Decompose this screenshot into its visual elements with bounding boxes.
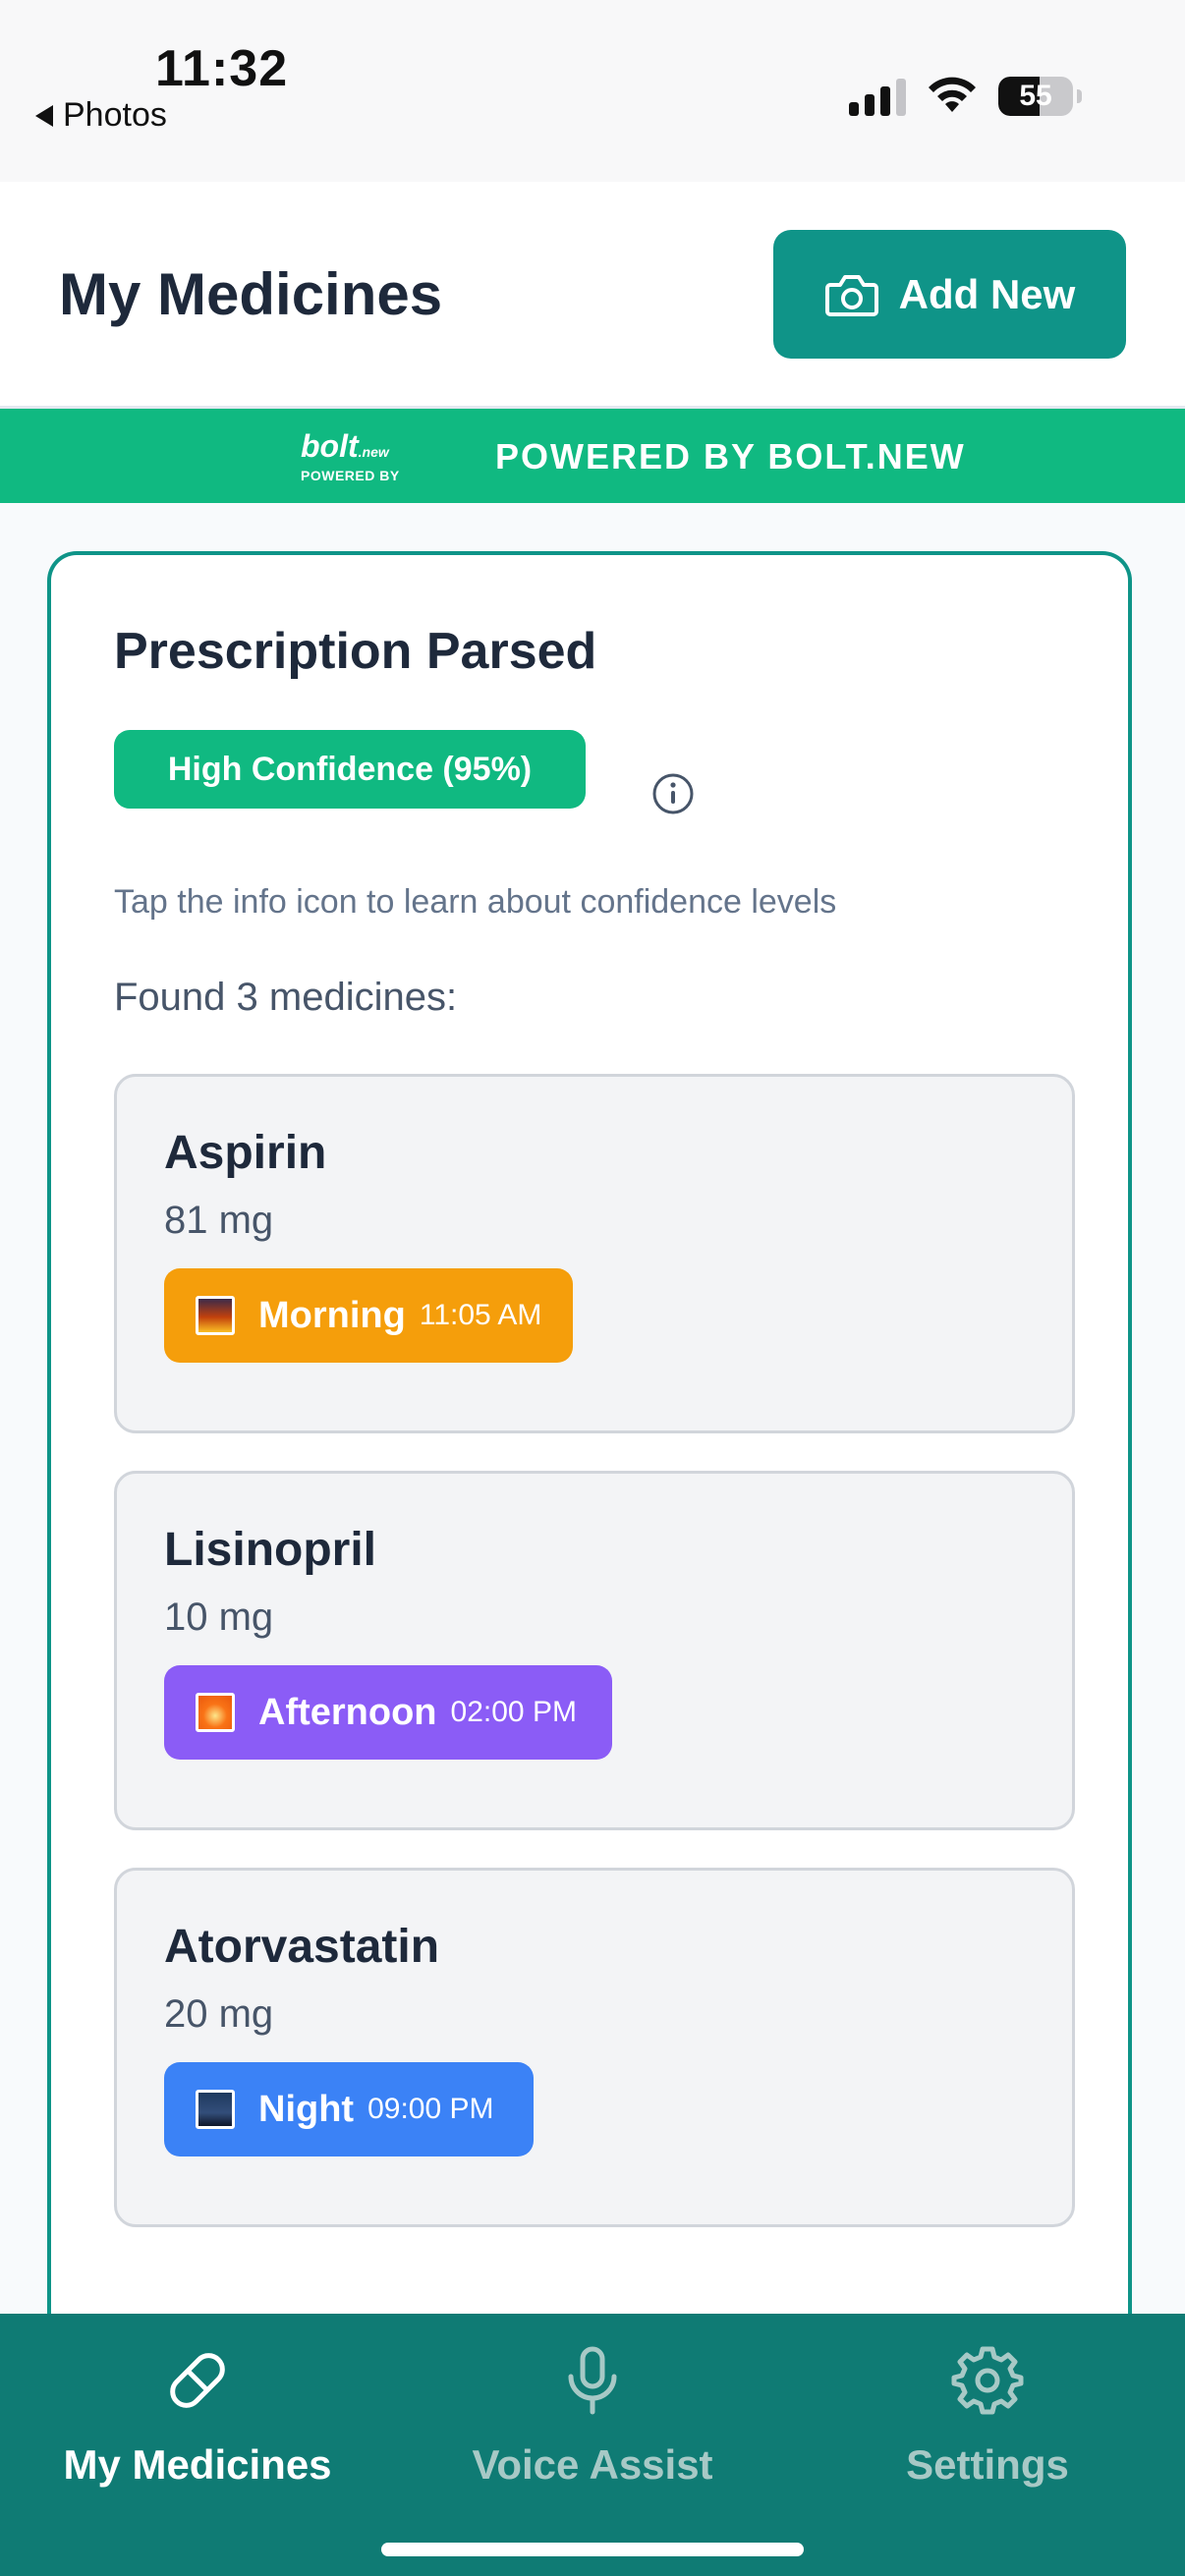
cellular-signal-icon (849, 79, 906, 116)
status-time: 11:32 (155, 40, 289, 97)
bolt-logo: bolt.new POWERED BY (301, 428, 400, 483)
slot-label: Afternoon (258, 1691, 437, 1733)
home-indicator[interactable] (381, 2543, 804, 2556)
nav-label: Settings (906, 2441, 1069, 2488)
app-header: My Medicines Add New (0, 182, 1185, 409)
banner-text: POWERED BY BOLT.NEW (495, 436, 966, 476)
camera-icon (824, 274, 878, 316)
powered-by-banner[interactable]: bolt.new POWERED BY POWERED BY BOLT.NEW (0, 409, 1185, 503)
slot-label: Morning (258, 1294, 406, 1336)
sun-icon (196, 1693, 235, 1732)
time-slot-badge: Night 09:00 PM (164, 2062, 534, 2156)
back-label: Photos (63, 96, 167, 134)
time-slot-badge: Afternoon 02:00 PM (164, 1665, 612, 1760)
medicine-name: Aspirin (164, 1127, 327, 1179)
nav-label: Voice Assist (472, 2441, 713, 2488)
medicine-dose: 81 mg (164, 1199, 274, 1242)
medicine-name: Atorvastatin (164, 1921, 440, 1973)
nav-label: My Medicines (63, 2441, 332, 2488)
medicine-card[interactable]: Lisinopril 10 mg Afternoon 02:00 PM (114, 1471, 1075, 1830)
sunrise-icon (196, 1296, 235, 1335)
gear-icon (951, 2346, 1024, 2415)
slot-time: 02:00 PM (450, 1696, 577, 1728)
medicine-dose: 20 mg (164, 1992, 274, 2036)
medicine-name: Lisinopril (164, 1524, 376, 1576)
card-title: Prescription Parsed (114, 623, 597, 680)
status-bar: 11:32 Photos 55 (0, 0, 1185, 182)
battery-percent: 55 (1019, 80, 1052, 112)
found-count: Found 3 medicines: (114, 976, 458, 1019)
medicine-card[interactable]: Atorvastatin 20 mg Night 09:00 PM (114, 1868, 1075, 2227)
add-new-button[interactable]: Add New (773, 230, 1126, 359)
slot-time: 11:05 AM (419, 1299, 542, 1331)
time-slot-badge: Morning 11:05 AM (164, 1268, 573, 1363)
back-arrow-icon (35, 104, 53, 127)
wifi-icon (929, 77, 976, 112)
nav-voice-assist[interactable]: Voice Assist (395, 2343, 790, 2489)
battery-icon: 55 (998, 77, 1082, 118)
confidence-hint: Tap the info icon to learn about confide… (114, 883, 837, 921)
prescription-card: Prescription Parsed High Confidence (95%… (47, 551, 1132, 2418)
nav-settings[interactable]: Settings (790, 2343, 1185, 2489)
back-to-photos-link[interactable]: Photos (35, 96, 167, 135)
confidence-badge: High Confidence (95%) (114, 730, 586, 809)
pill-icon (170, 2353, 225, 2408)
add-new-label: Add New (898, 270, 1076, 317)
bottom-nav: My Medicines Voice Assist Settings (0, 2314, 1185, 2576)
medicine-card[interactable]: Aspirin 81 mg Morning 11:05 AM (114, 1074, 1075, 1433)
medicine-dose: 10 mg (164, 1596, 274, 1639)
info-icon[interactable] (650, 771, 696, 816)
night-city-icon (196, 2090, 235, 2129)
nav-my-medicines[interactable]: My Medicines (0, 2343, 395, 2489)
slot-label: Night (258, 2088, 355, 2130)
page-title: My Medicines (59, 261, 443, 327)
microphone-icon (568, 2346, 617, 2415)
slot-time: 09:00 PM (367, 2093, 494, 2125)
